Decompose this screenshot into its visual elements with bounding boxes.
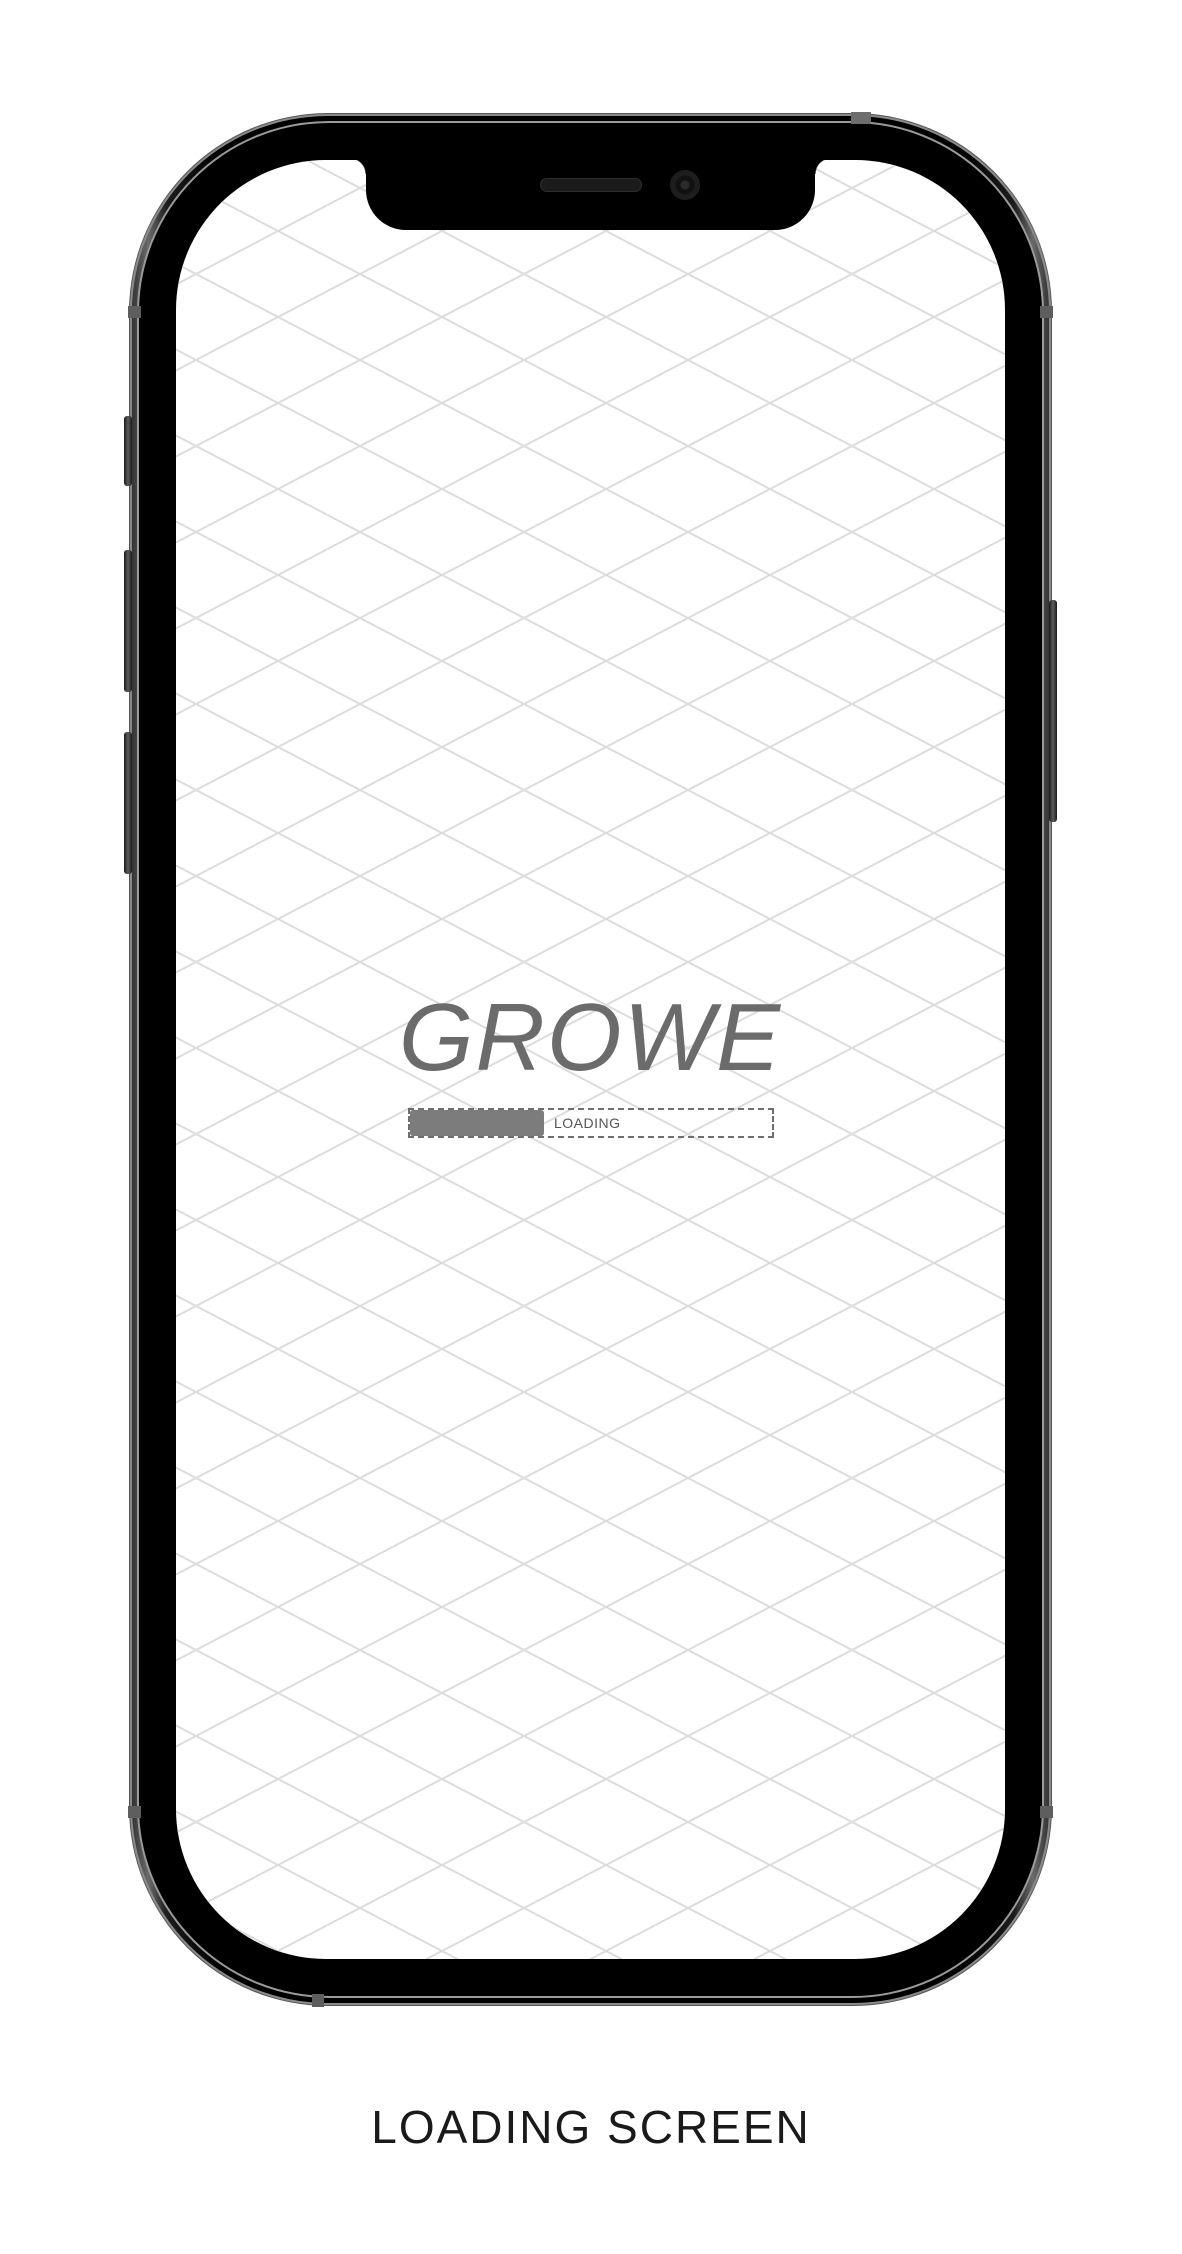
mute-switch[interactable] — [124, 416, 132, 486]
antenna-band — [312, 1994, 324, 2007]
phone-screen: GROWE LOADING — [176, 160, 1005, 1959]
loading-progress-fill — [410, 1110, 544, 1136]
loading-progress-bar: LOADING — [408, 1108, 774, 1138]
earpiece-speaker — [540, 178, 642, 192]
app-logo-text: GROWE — [398, 984, 783, 1091]
antenna-band — [128, 306, 141, 318]
screen-caption: LOADING SCREEN — [371, 2101, 811, 2153]
antenna-band — [851, 112, 871, 124]
antenna-band — [1040, 1806, 1053, 1818]
antenna-band — [128, 1806, 141, 1818]
antenna-band — [1040, 306, 1053, 318]
phone-mockup: GROWE LOADING — [124, 112, 1057, 2007]
volume-down-button[interactable] — [124, 732, 132, 874]
loading-label: LOADING — [554, 1115, 621, 1131]
notch — [350, 160, 831, 230]
power-button[interactable] — [1049, 600, 1057, 822]
volume-up-button[interactable] — [124, 550, 132, 692]
front-camera-icon — [670, 170, 700, 200]
